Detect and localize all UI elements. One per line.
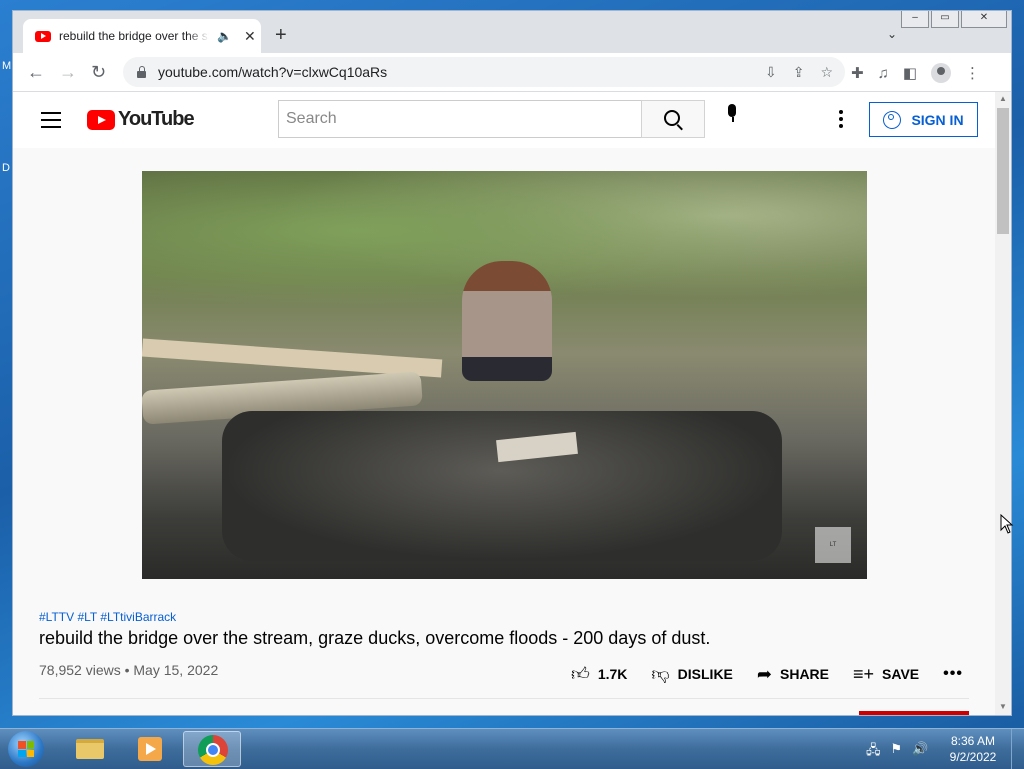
scroll-down-icon[interactable]: ▼ [999, 702, 1007, 711]
tab-title: rebuild the bridge over the stream, graz… [59, 29, 209, 43]
desktop-icon-label-fragment[interactable]: M [2, 60, 11, 72]
save-label: SAVE [882, 666, 920, 682]
bookmark-star-icon[interactable]: ☆ [820, 64, 833, 81]
action-center-flag-icon[interactable]: ⚑ [891, 741, 903, 763]
youtube-page: YouTube Search SIGN IN LT #LTTV #LT #LTt… [13, 92, 995, 715]
taskbar-clock[interactable]: 8:36 AM 9/2/2022 [940, 733, 1006, 765]
profile-avatar[interactable] [931, 63, 952, 83]
video-frame-person [462, 261, 552, 381]
share-page-icon[interactable]: ⇪ [793, 64, 805, 81]
window-controls: – ▭ ✕ [901, 11, 1007, 28]
new-tab-icon[interactable]: + [275, 25, 287, 45]
taskbar-media-player[interactable] [120, 731, 178, 767]
dislike-label: DISLIKE [677, 666, 733, 682]
youtube-logo[interactable]: YouTube [87, 108, 195, 131]
voice-search-icon[interactable] [727, 104, 737, 124]
thumbs-up-icon: 👍︎ [571, 664, 590, 684]
sign-in-label: SIGN IN [911, 111, 964, 128]
like-count: 1.7K [597, 666, 628, 682]
guide-menu-icon[interactable] [41, 112, 61, 133]
search-icon [664, 110, 680, 126]
cursor-arrow-icon [1000, 514, 1014, 534]
tab-youtube-video[interactable]: rebuild the bridge over the stream, graz… [23, 19, 261, 53]
youtube-logo-text: YouTube [118, 108, 195, 130]
close-window-icon[interactable]: ✕ [961, 11, 1007, 28]
thumbs-down-icon: 👎︎ [651, 664, 670, 684]
minimize-icon[interactable]: – [901, 11, 929, 28]
playlist-add-icon: ≡+ [853, 663, 875, 684]
video-title: rebuild the bridge over the stream, graz… [39, 628, 711, 648]
youtube-header: YouTube Search SIGN IN [13, 92, 995, 148]
scroll-up-icon[interactable]: ▲ [999, 94, 1007, 103]
desktop-icon-label-fragment[interactable]: D [2, 162, 10, 174]
youtube-favicon-icon [35, 30, 51, 42]
search-button[interactable] [641, 100, 705, 138]
close-tab-icon[interactable]: ✕ [244, 28, 256, 45]
taskbar-chrome[interactable] [183, 731, 241, 767]
youtube-play-icon [87, 109, 115, 130]
share-button[interactable]: ➦ SHARE [757, 664, 829, 685]
omnibox-actions: ⇩ ⇪ ☆ [765, 64, 833, 81]
video-frame-plank [142, 338, 443, 378]
share-arrow-icon: ➦ [756, 663, 772, 684]
video-views-date: 78,952 views • May 15, 2022 [39, 662, 219, 678]
more-actions-icon[interactable]: ••• [943, 665, 963, 683]
address-url[interactable]: youtube.com/watch?v=clxwCq10aRs [158, 64, 387, 80]
share-label: SHARE [780, 666, 830, 682]
audio-playing-icon[interactable]: 🔈 [217, 29, 232, 43]
page-scrollbar[interactable]: ▲ ▼ [995, 92, 1011, 715]
like-button[interactable]: 👍︎ 1.7K [571, 663, 627, 685]
install-app-icon[interactable]: ⇩ [765, 64, 777, 81]
network-icon[interactable]: 🖧 [866, 741, 881, 763]
video-frame-rocks [222, 411, 782, 561]
settings-menu-icon[interactable] [839, 110, 843, 131]
extensions-puzzle-icon[interactable]: ✚ [851, 64, 864, 82]
address-bar[interactable]: youtube.com/watch?v=clxwCq10aRs ⇩ ⇪ ☆ [123, 57, 845, 87]
taskbar: 🖧 ⚑ 🔊 8:36 AM 9/2/2022 [0, 728, 1024, 769]
video-player[interactable]: LT [142, 171, 867, 579]
media-controls-icon[interactable]: ♫ [878, 65, 889, 82]
chrome-window: rebuild the bridge over the stream, graz… [12, 10, 1012, 716]
volume-icon[interactable]: 🔊 [912, 741, 928, 763]
tab-strip: rebuild the bridge over the stream, graz… [13, 11, 1011, 53]
taskbar-explorer[interactable] [60, 731, 118, 767]
start-button[interactable] [8, 731, 44, 767]
subscribe-button-edge[interactable] [859, 711, 969, 715]
save-button[interactable]: ≡+ SAVE [853, 664, 919, 685]
sign-in-button[interactable]: SIGN IN [869, 102, 978, 137]
tab-search-chevron-icon[interactable]: ⌄ [887, 27, 897, 41]
search-input[interactable]: Search [278, 100, 642, 138]
forward-icon[interactable]: → [59, 63, 77, 81]
maximize-icon[interactable]: ▭ [931, 11, 959, 28]
chrome-icon [198, 735, 228, 765]
side-panel-icon[interactable]: ◧ [903, 64, 917, 82]
browser-toolbar: ← → ↻ youtube.com/watch?v=clxwCq10aRs ⇩ … [13, 53, 1011, 92]
clock-date: 9/2/2022 [949, 750, 997, 764]
dislike-button[interactable]: 👎︎ DISLIKE [651, 663, 733, 685]
media-player-icon [138, 737, 162, 761]
video-actions: 👍︎ 1.7K 👎︎ DISLIKE ➦ SHARE ≡+ SAVE ••• [571, 663, 987, 685]
scrollbar-thumb[interactable] [997, 108, 1009, 234]
toolbar-right: ✚ ♫ ◧ ⋮ [851, 63, 980, 83]
windows-logo-icon [18, 741, 34, 757]
channel-watermark[interactable]: LT [815, 527, 851, 563]
folder-icon [76, 739, 104, 759]
back-icon[interactable]: ← [27, 63, 45, 81]
chrome-menu-icon[interactable]: ⋮ [965, 64, 980, 82]
divider [39, 698, 969, 699]
lock-icon[interactable] [137, 65, 146, 78]
reload-icon[interactable]: ↻ [91, 63, 106, 81]
show-desktop-button[interactable] [1011, 729, 1024, 769]
system-tray: 🖧 ⚑ 🔊 [866, 741, 928, 763]
clock-time: 8:36 AM [950, 734, 996, 748]
video-hashtags[interactable]: #LTTV #LT #LTtiviBarrack [39, 610, 176, 624]
account-icon [883, 110, 902, 129]
